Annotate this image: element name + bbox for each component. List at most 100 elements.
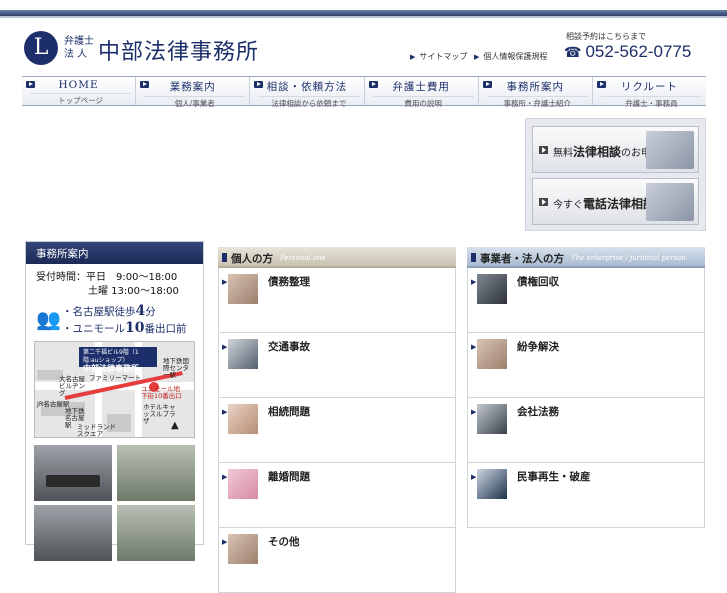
map-label: 大名古屋ビルヂング: [59, 375, 85, 397]
banner-text-emphasis: 法律相談: [573, 145, 622, 159]
business-people-icon: [477, 404, 507, 434]
other-icon: [228, 534, 258, 564]
office-hours: 受付時間：平日 9:00～18:00 土曜 13:00～18:00: [26, 264, 203, 299]
nav-item-consultation[interactable]: 相談・依頼方法 法律相談から依頼まで: [250, 77, 365, 108]
access-text: ・ユニモール: [62, 323, 125, 335]
service-label: 民事再生・破産: [517, 471, 591, 483]
sidebar-title: 事務所案内: [26, 242, 203, 264]
service-item-dispute-resolution[interactable]: ▶ 紛争解決: [467, 333, 705, 398]
office-photo-meeting-room[interactable]: [34, 445, 112, 501]
logo-firm-name[interactable]: 中部法律事務所: [98, 34, 259, 66]
nav-item-recruit[interactable]: リクルート 弁護士・事務員: [593, 77, 706, 108]
tel-note: 相談予約はこちらまで: [566, 32, 646, 41]
firm-logo-icon[interactable]: L: [24, 31, 58, 65]
service-label: 交通事故: [268, 341, 310, 353]
business-subtitle: The enterprise / juridical person: [571, 254, 686, 262]
arrow-right-icon: ▶: [222, 408, 228, 416]
access-text: ・名古屋駅徒歩: [62, 306, 136, 318]
access-number: 10: [125, 320, 145, 336]
consultation-banners: 無料法律相談のお申込み 今すぐ電話法律相談: [525, 118, 706, 231]
arrow-right-icon: ▶: [474, 53, 480, 61]
banner-text-part: 今すぐ: [553, 200, 583, 211]
personal-services: 個人の方 Personal one ▶ 債務整理 ▶ 交通事故 ▶ 相続問題 ▶…: [218, 247, 456, 593]
nav-item-sublabel: 法律相談から依頼まで: [258, 96, 360, 109]
business-title: 事業者・法人の方: [480, 253, 564, 265]
service-item-corporate-law[interactable]: ▶ 会社法務: [467, 398, 705, 463]
photo-table: [46, 475, 100, 487]
access-lines: ・名古屋駅徒歩4分 ・ユニモール10番出口前: [62, 303, 186, 337]
arrow-right-icon: [539, 198, 548, 206]
nav-item-sublabel: 費用の説明: [372, 96, 474, 109]
access-text: 番出口前: [144, 323, 187, 335]
service-label: 会社法務: [517, 406, 559, 418]
nav-item-fees[interactable]: 弁護士費用 費用の説明: [365, 77, 479, 108]
logo-firm-type: 弁護士法 人: [64, 36, 94, 60]
arrow-right-icon: ▶: [410, 53, 416, 61]
service-item-traffic-accident[interactable]: ▶ 交通事故: [218, 333, 456, 398]
nav-bullet-icon: [140, 81, 150, 88]
personal-title: 個人の方: [231, 253, 273, 265]
map-label: ユニモール地下街10番出口: [141, 385, 182, 400]
service-item-debt-collection[interactable]: ▶ 債権回収: [467, 268, 705, 333]
office-photo-room-3[interactable]: [117, 505, 195, 561]
free-consultation-banner[interactable]: 無料法律相談のお申込み: [532, 126, 699, 173]
service-item-other[interactable]: ▶ その他: [218, 528, 456, 593]
service-item-rehabilitation-bankruptcy[interactable]: ▶ 民事再生・破産: [467, 463, 705, 528]
sitemap-link-label: サイトマップ: [419, 52, 468, 61]
access-number: 4: [135, 303, 146, 319]
north-arrow-icon: ▲: [171, 420, 179, 431]
sitemap-link[interactable]: ▶ サイトマップ: [410, 51, 467, 62]
businessman-icon: [477, 469, 507, 499]
arrow-right-icon: ▶: [222, 343, 228, 351]
office-photo-room-2[interactable]: [34, 505, 112, 561]
global-nav: HOME トップページ 業務案内 個人/事業者 相談・依頼方法 法律相談から依頼…: [22, 76, 706, 108]
personal-header: 個人の方 Personal one: [218, 247, 456, 268]
nav-bullet-icon: [596, 81, 606, 88]
arrow-right-icon: ▶: [471, 278, 477, 286]
service-item-debt[interactable]: ▶ 債務整理: [218, 268, 456, 333]
nav-item-label: 事務所案内: [506, 81, 565, 93]
phone-number[interactable]: ☎ 052-562-0775: [564, 42, 691, 62]
service-item-divorce[interactable]: ▶ 離婚問題: [218, 463, 456, 528]
car-icon: [228, 339, 258, 369]
map-callout-building: 第二千福ビル9階（1階:auショップ）: [83, 349, 139, 364]
header-marker: [222, 253, 227, 262]
phone-consultation-text: 今すぐ電話法律相談: [553, 195, 655, 212]
business-header: 事業者・法人の方 The enterprise / juridical pers…: [467, 247, 705, 268]
service-label: 離婚問題: [268, 471, 310, 483]
phone-consultation-banner[interactable]: 今すぐ電話法律相談: [532, 178, 699, 225]
office-photo-reception[interactable]: [117, 445, 195, 501]
nav-item-services[interactable]: 業務案内 個人/事業者: [136, 77, 251, 108]
arrow-right-icon: ▶: [471, 343, 477, 351]
access-text: 分: [145, 306, 156, 318]
map-callout: 第二千福ビル9階（1階:auショップ） 中部法律事務所: [79, 347, 157, 373]
hours-saturday: 土曜 13:00～18:00: [88, 286, 179, 297]
banner-text-emphasis: 電話法律相談: [583, 197, 656, 211]
arrow-right-icon: [539, 146, 548, 154]
arrow-right-icon: ▶: [222, 278, 228, 286]
arrow-right-icon: ▶: [471, 408, 477, 416]
handshake-icon: [477, 339, 507, 369]
service-label: 債務整理: [268, 276, 310, 288]
nav-item-sublabel: 個人/事業者: [144, 96, 246, 109]
business-services: 事業者・法人の方 The enterprise / juridical pers…: [467, 247, 705, 528]
nav-item-label: HOME: [58, 79, 99, 91]
nav-item-label: 業務案内: [169, 81, 216, 93]
nav-bullet-icon: [482, 81, 492, 88]
privacy-policy-link[interactable]: ▶ 個人情報保護規程: [474, 51, 547, 62]
nav-item-office[interactable]: 事務所案内 事務所・弁護士紹介: [479, 77, 593, 108]
access-walk: ・名古屋駅徒歩4分: [62, 303, 186, 320]
personal-subtitle: Personal one: [280, 254, 326, 262]
access-info: 👥 ・名古屋駅徒歩4分 ・ユニモール10番出口前: [26, 301, 203, 339]
nav-item-sublabel: 事務所・弁護士紹介: [486, 96, 588, 109]
nav-item-home[interactable]: HOME トップページ: [22, 77, 137, 106]
top-accent-line: [0, 16, 727, 18]
nav-bullet-icon: [368, 81, 378, 88]
service-item-inheritance[interactable]: ▶ 相続問題: [218, 398, 456, 463]
nav-item-sublabel: トップページ: [30, 93, 132, 106]
access-map[interactable]: 第二千福ビル9階（1階:auショップ） 中部法律事務所 ファミリーマート 大名古…: [34, 341, 195, 438]
hours-weekday: 受付時間：平日 9:00～18:00: [36, 272, 178, 283]
office-info-sidebar: 事務所案内 受付時間：平日 9:00～18:00 土曜 13:00～18:00 …: [25, 241, 204, 561]
nav-item-label: 弁護士費用: [392, 81, 450, 93]
map-label: 地下鉄名古屋駅: [65, 407, 85, 429]
